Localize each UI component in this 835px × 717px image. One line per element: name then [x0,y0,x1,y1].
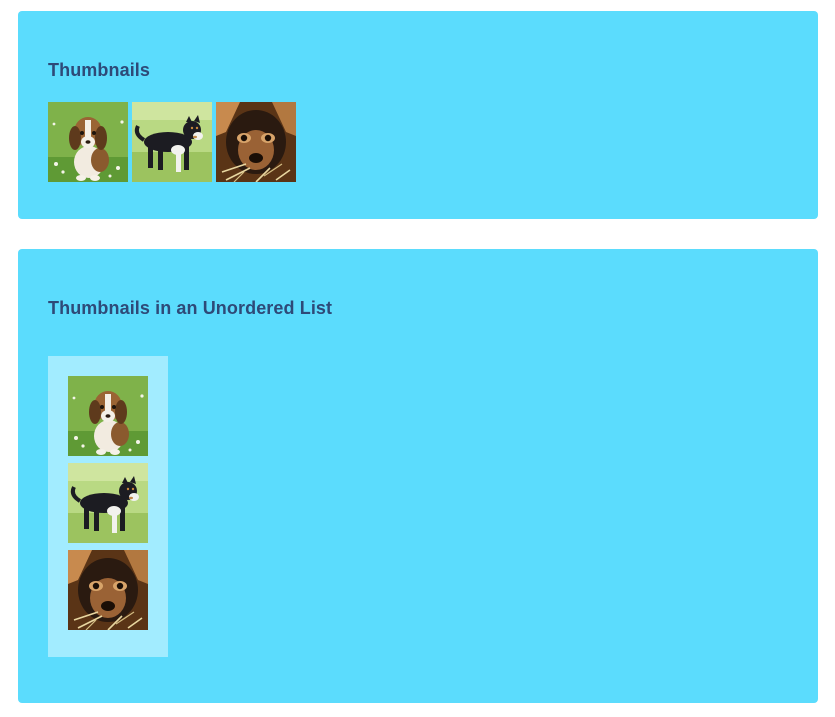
thumbnail-row [48,102,296,182]
black-dog-photo [68,463,148,543]
dog-closeup-thumbnail[interactable] [68,550,148,630]
list-item [68,463,168,543]
beagle-puppy-thumbnail[interactable] [48,102,128,182]
black-dog-thumbnail[interactable] [132,102,212,182]
black-dog-thumbnail[interactable] [68,463,148,543]
dog-closeup-photo [216,102,296,182]
dog-closeup-photo [68,550,148,630]
list-item [68,550,168,630]
thumbnail-list [48,356,168,657]
section-title: Thumbnails in an Unordered List [48,298,333,318]
black-dog-photo [132,102,212,182]
beagle-puppy-thumbnail[interactable] [68,376,148,456]
section-title: Thumbnails [48,60,151,80]
beagle-puppy-photo [68,376,148,456]
dog-closeup-thumbnail[interactable] [216,102,296,182]
thumbnails-panel: Thumbnails [18,11,818,219]
thumbnails-list-panel: Thumbnails in an Unordered List [18,249,818,703]
list-item [68,376,168,456]
beagle-puppy-photo [48,102,128,182]
